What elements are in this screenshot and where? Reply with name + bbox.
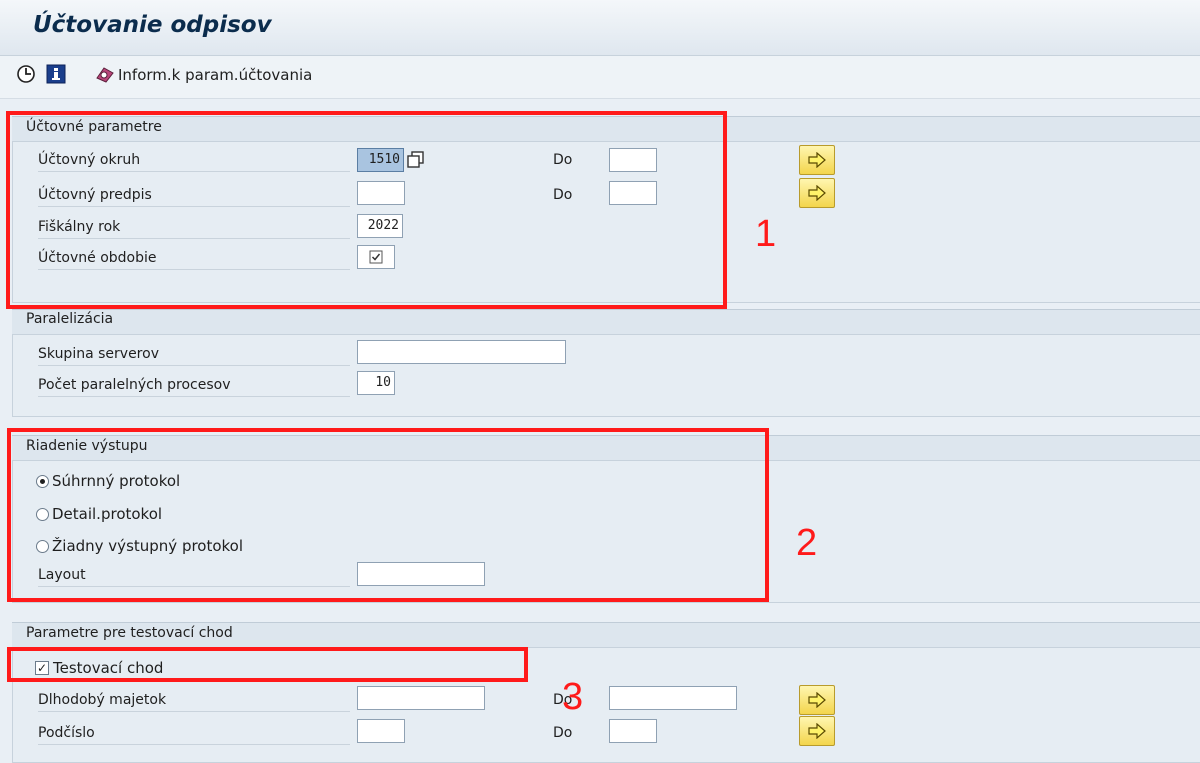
annotation-3: 3: [562, 676, 584, 718]
annotation-1: 1: [755, 213, 777, 255]
info-posting-params-link[interactable]: Inform.k param.účtovania: [118, 66, 312, 84]
glasses-icon[interactable]: [95, 64, 115, 84]
subnumber-to-label: Do: [553, 725, 573, 741]
arrow-right-icon: [808, 152, 826, 168]
server-group-label: Skupina serverov: [38, 346, 350, 366]
fixed-asset-input[interactable]: [357, 686, 485, 710]
annotation-2: 2: [796, 522, 818, 564]
multiple-selection-button-2[interactable]: [799, 178, 835, 208]
parallelization-title: Paralelizácia: [26, 311, 114, 327]
highlight-box-3: [7, 647, 528, 682]
parallel-processes-label: Počet paralelných procesov: [38, 377, 350, 397]
multiple-selection-button-3[interactable]: [799, 685, 835, 715]
highlight-box-2: [7, 428, 769, 602]
test-run-title: Parametre pre testovací chod: [26, 625, 233, 641]
multiple-selection-button-4[interactable]: [799, 716, 835, 746]
info-icon[interactable]: [46, 64, 66, 84]
subnumber-input[interactable]: [357, 719, 405, 743]
parallelization-header: [12, 309, 1200, 335]
fixed-asset-label: Dlhodobý majetok: [38, 692, 350, 712]
parallel-processes-input[interactable]: 10: [357, 371, 395, 395]
arrow-right-icon: [808, 692, 826, 708]
fixed-asset-to-input[interactable]: [609, 686, 737, 710]
page-title: Účtovanie odpisov: [33, 12, 272, 38]
arrow-right-icon: [808, 185, 826, 201]
subnumber-label: Podčíslo: [38, 725, 350, 745]
multiple-selection-button-1[interactable]: [799, 145, 835, 175]
subnumber-to-input[interactable]: [609, 719, 657, 743]
highlight-box-1: [6, 111, 727, 309]
arrow-right-icon: [808, 723, 826, 739]
execute-clock-icon[interactable]: [16, 64, 36, 84]
server-group-input[interactable]: [357, 340, 566, 364]
